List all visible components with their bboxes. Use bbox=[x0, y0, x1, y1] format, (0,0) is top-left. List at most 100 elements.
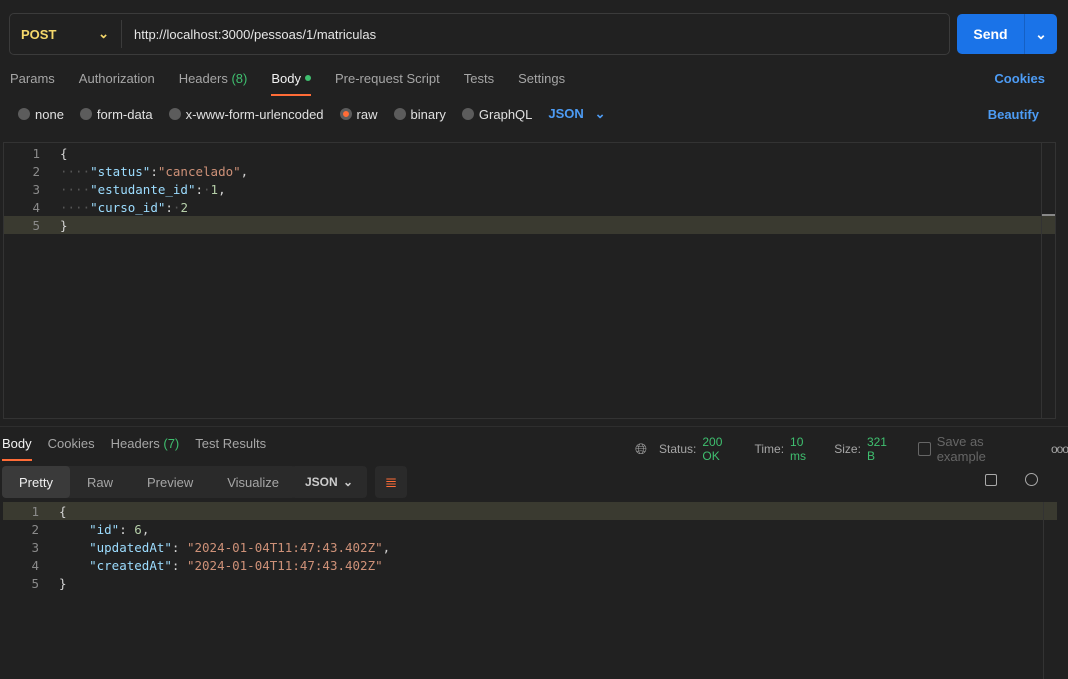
url-input[interactable]: http://localhost:3000/pessoas/1/matricul… bbox=[122, 27, 376, 42]
more-options-icon[interactable]: ooo bbox=[1051, 442, 1068, 456]
code-token: } bbox=[60, 217, 68, 233]
code-token: } bbox=[59, 575, 67, 591]
tab-authorization[interactable]: Authorization bbox=[79, 70, 155, 86]
code-token: 1 bbox=[210, 181, 219, 197]
radio-raw[interactable]: raw bbox=[339, 107, 378, 122]
tab-test-results[interactable]: Test Results bbox=[195, 435, 266, 451]
code-line: 5} bbox=[3, 574, 1057, 592]
view-preview[interactable]: Preview bbox=[130, 466, 210, 498]
format-label: JSON bbox=[548, 106, 584, 121]
code-line: 1{ bbox=[3, 502, 1057, 520]
line-number: 1 bbox=[32, 145, 40, 161]
view-pretty[interactable]: Pretty bbox=[2, 466, 70, 498]
tab-response-body[interactable]: Body bbox=[2, 435, 32, 461]
cookies-link[interactable]: Cookies bbox=[994, 71, 1045, 86]
method-label: POST bbox=[21, 26, 57, 42]
line-number: 3 bbox=[31, 539, 39, 555]
code-token: : bbox=[150, 163, 158, 179]
headers-count: (8) bbox=[231, 70, 248, 86]
code-token: "2024-01-04T11:47:43.402Z" bbox=[186, 539, 383, 555]
tab-body[interactable]: Body bbox=[271, 70, 311, 96]
radio-selected-icon bbox=[339, 108, 352, 120]
code-token: "cancelado" bbox=[157, 163, 241, 179]
code-line: 2 "id": 6, bbox=[3, 520, 1057, 538]
code-line: 2 ····"status":"cancelado", bbox=[4, 162, 1055, 180]
size-value: 321 B bbox=[866, 435, 887, 463]
time-value: 10 ms bbox=[790, 435, 807, 463]
code-line: 3 "updatedAt": "2024-01-04T11:47:43.402Z… bbox=[3, 538, 1057, 556]
radio-icon bbox=[461, 108, 474, 120]
response-format-select[interactable]: JSON ⌄ bbox=[291, 466, 367, 498]
search-icon[interactable] bbox=[1025, 473, 1038, 486]
code-token: 6 bbox=[134, 521, 142, 537]
code-text: } bbox=[59, 576, 67, 591]
code-token: : bbox=[165, 199, 173, 215]
radio-icon bbox=[393, 108, 406, 120]
code-token: "updatedAt" bbox=[89, 539, 172, 555]
globe-icon[interactable]: 🌐︎ bbox=[635, 441, 647, 458]
radio-none[interactable]: none bbox=[18, 107, 64, 122]
code-token: "id" bbox=[89, 521, 120, 537]
tab-tests[interactable]: Tests bbox=[464, 70, 494, 86]
code-token: : bbox=[171, 557, 187, 573]
code-token: ···· bbox=[60, 199, 91, 215]
tab-response-cookies[interactable]: Cookies bbox=[48, 435, 95, 451]
code-token: "createdAt" bbox=[89, 557, 172, 573]
radio-graphql[interactable]: GraphQL bbox=[461, 106, 533, 122]
tab-headers[interactable]: Headers (8) bbox=[179, 70, 248, 86]
tab-settings[interactable]: Settings bbox=[518, 70, 565, 86]
radio-form-data[interactable]: form-data bbox=[79, 107, 153, 122]
code-line: 4 "createdAt": "2024-01-04T11:47:43.402Z… bbox=[3, 556, 1057, 574]
copy-icon[interactable] bbox=[985, 474, 997, 486]
code-token: "curso_id" bbox=[90, 199, 166, 215]
radio-icon bbox=[79, 108, 92, 120]
beautify-link[interactable]: Beautify bbox=[988, 107, 1039, 122]
wrap-lines-icon[interactable]: ≣ bbox=[375, 466, 407, 498]
code-text: "createdAt": "2024-01-04T11:47:43.402Z" bbox=[59, 558, 383, 573]
request-tabs: Params Authorization Headers (8) Body Pr… bbox=[10, 70, 565, 96]
request-body-editor[interactable]: 1{2 ····"status":"cancelado", 3 ····"estuda… bbox=[3, 142, 1056, 419]
line-number: 2 bbox=[32, 163, 40, 179]
tab-label: Headers bbox=[110, 435, 160, 451]
code-token: 2 bbox=[180, 199, 188, 215]
tab-response-headers[interactable]: Headers (7) bbox=[111, 435, 180, 451]
radio-label: binary bbox=[410, 106, 446, 122]
body-format-select[interactable]: JSON ⌄ bbox=[548, 106, 605, 122]
radio-icon bbox=[168, 108, 181, 120]
divider bbox=[0, 426, 1068, 427]
save-as-example-button[interactable]: Save as example bbox=[937, 434, 1035, 464]
radio-urlencoded[interactable]: x-www-form-urlencoded bbox=[168, 107, 324, 122]
code-line: 4 ····"curso_id":·2 bbox=[4, 198, 1055, 216]
format-label: JSON bbox=[305, 475, 338, 489]
radio-label: GraphQL bbox=[478, 106, 533, 122]
code-token: "status" bbox=[90, 163, 151, 179]
tab-pre-request-script[interactable]: Pre-request Script bbox=[335, 70, 440, 86]
response-tabs: Body Cookies Headers (7) Test Results bbox=[2, 435, 266, 461]
view-visualize[interactable]: Visualize bbox=[210, 466, 296, 498]
time-label: Time: bbox=[754, 442, 785, 456]
send-button[interactable]: Send ⌄ bbox=[957, 14, 1057, 54]
save-icon bbox=[917, 442, 931, 456]
code-line: 5} bbox=[4, 216, 1055, 234]
tab-label: Body bbox=[271, 70, 301, 86]
send-options-chevron-icon[interactable]: ⌄ bbox=[1025, 14, 1057, 54]
status-label: Status: bbox=[659, 442, 697, 456]
chevron-down-icon: ⌄ bbox=[342, 475, 353, 489]
code-token: , bbox=[218, 181, 226, 197]
code-token: : bbox=[195, 181, 203, 197]
scrollbar[interactable] bbox=[1043, 502, 1044, 679]
line-number: 3 bbox=[32, 181, 40, 197]
method-select[interactable]: POST ⌄ bbox=[10, 20, 122, 48]
code-token: ···· bbox=[60, 181, 91, 197]
code-line: 3 ····"estudante_id":·1, bbox=[4, 180, 1055, 198]
line-number: 4 bbox=[31, 557, 39, 573]
scrollbar[interactable] bbox=[1041, 143, 1055, 418]
radio-binary[interactable]: binary bbox=[393, 106, 446, 122]
line-number: 5 bbox=[31, 575, 39, 591]
code-token: , bbox=[141, 521, 150, 537]
tab-params[interactable]: Params bbox=[10, 70, 55, 86]
view-raw[interactable]: Raw bbox=[70, 466, 130, 498]
code-token: : bbox=[119, 521, 135, 537]
